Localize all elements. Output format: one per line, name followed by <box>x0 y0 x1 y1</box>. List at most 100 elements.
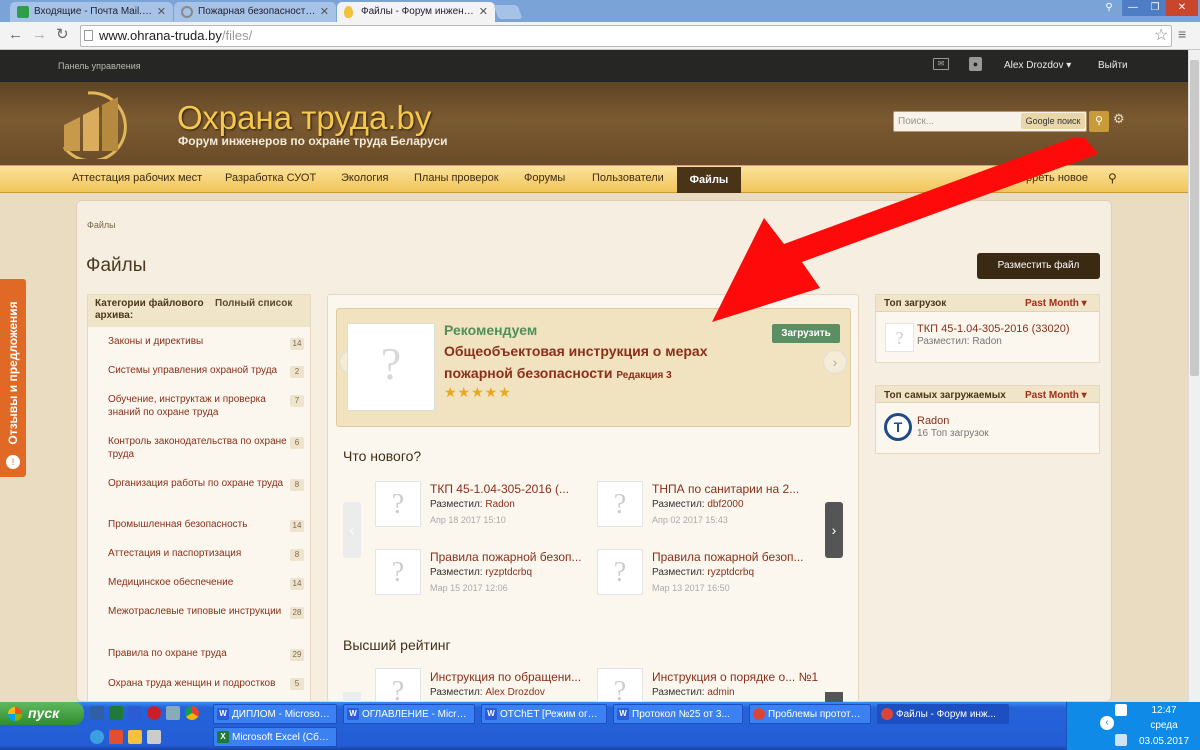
logout-link[interactable]: Выйти <box>1098 60 1128 71</box>
nav-forums[interactable]: Форумы <box>524 172 565 184</box>
sidebar-item[interactable]: Обучение, инструктаж и проверка знаний п… <box>108 393 288 419</box>
gear-icon[interactable]: ⚙ <box>1113 111 1125 127</box>
file-title[interactable]: Правила пожарной безоп... <box>652 550 812 564</box>
sidebar-item[interactable]: Охрана труда женщин и подростков <box>108 677 288 690</box>
reload-icon[interactable]: ↻ <box>56 25 69 43</box>
quick-launch-icon[interactable] <box>147 730 161 744</box>
search-button[interactable]: ⚲ <box>1089 111 1109 132</box>
file-thumbnail[interactable]: ? <box>375 668 421 707</box>
file-thumbnail[interactable]: ? <box>597 668 643 707</box>
file-title[interactable]: Правила пожарной безоп... <box>430 550 590 564</box>
featured-title[interactable]: Общеобъектовая инструкция о мерах пожарн… <box>444 340 769 387</box>
close-tab-icon[interactable]: ✕ <box>479 5 488 18</box>
back-arrow-icon[interactable]: ← <box>8 26 23 43</box>
taskbar-window-button[interactable]: W ОГЛАВЛЕНИЕ - Micro... <box>343 704 475 724</box>
scroll-prev-button[interactable]: ‹ <box>343 502 361 558</box>
forward-arrow-icon[interactable]: → <box>32 26 47 43</box>
scroll-prev-button[interactable] <box>343 692 361 702</box>
user-icon[interactable]: ⚲ <box>1098 0 1120 16</box>
sidebar-item[interactable]: Правила по охране труда <box>108 647 288 660</box>
new-tab-button[interactable] <box>493 5 523 19</box>
tray-icon[interactable] <box>1115 704 1127 716</box>
taskbar-window-button-active[interactable]: Файлы - Форум инж... <box>877 704 1009 724</box>
count-badge: 29 <box>290 649 304 661</box>
network-icon[interactable] <box>1115 734 1127 746</box>
control-panel-link[interactable]: Панель управления <box>58 61 141 71</box>
restore-button[interactable]: ❐ <box>1144 0 1166 16</box>
site-logo-icon[interactable] <box>58 87 142 159</box>
contacts-icon[interactable]: ● <box>969 57 982 71</box>
excel-icon: X <box>217 731 229 743</box>
nav-suot[interactable]: Разработка СУОТ <box>225 172 316 184</box>
sidebar-item[interactable]: Законы и директивы <box>108 335 288 348</box>
google-search-label[interactable]: Google поиск <box>1021 113 1085 129</box>
nav-ecology[interactable]: Экология <box>341 172 389 184</box>
close-window-button[interactable]: ✕ <box>1166 0 1198 16</box>
scroll-next-button[interactable] <box>825 692 843 702</box>
site-title[interactable]: Охрана труда.by <box>177 99 431 137</box>
file-uploader: Разместил: Radon <box>430 499 515 510</box>
bookmark-star-icon[interactable]: ☆ <box>1154 25 1168 45</box>
browser-tab-mail[interactable]: Входящие - Почта Mail.Ru ✕ <box>10 2 173 22</box>
file-title[interactable]: ТНПА по санитарии на 2... <box>652 482 812 496</box>
taskbar-window-button[interactable]: W OTChET [Режим огра... <box>481 704 607 724</box>
file-thumbnail[interactable]: ? <box>597 481 643 527</box>
browser-tab-fire-safety[interactable]: Пожарная безопасность (на... ✕ <box>174 2 336 22</box>
taskbar-window-button[interactable]: Проблемы прототип... <box>749 704 871 724</box>
tray-arrow-icon[interactable]: ‹ <box>1100 716 1114 730</box>
nav-users[interactable]: Пользователи <box>592 172 664 184</box>
word-icon[interactable] <box>128 706 142 720</box>
close-tab-icon[interactable]: ✕ <box>157 5 166 18</box>
nav-certification[interactable]: Аттестация рабочих мест <box>72 172 202 184</box>
file-thumbnail[interactable]: ? <box>375 549 421 595</box>
scrollbar-thumb[interactable] <box>1190 60 1199 376</box>
sidebar-item[interactable]: Промышленная безопасность <box>108 518 288 531</box>
sidebar-item[interactable]: Межотраслевые типовые инструкции <box>108 605 288 618</box>
nav-inspection-plans[interactable]: Планы проверок <box>414 172 499 184</box>
word-icon: W <box>217 708 229 720</box>
close-tab-icon[interactable]: ✕ <box>320 5 329 18</box>
location-pin-icon[interactable]: ⚲ <box>1108 171 1117 185</box>
quick-launch-icon[interactable] <box>90 706 104 720</box>
full-list-link[interactable]: Полный список <box>215 298 292 309</box>
quick-launch-icon[interactable] <box>90 730 104 744</box>
feedback-icon: ! <box>6 455 20 469</box>
taskbar-window-button[interactable]: W ДИПЛОМ - Microsoft ... <box>213 704 337 724</box>
loading-favicon-icon <box>181 6 193 18</box>
sidebar-item[interactable]: Аттестация и паспортизация <box>108 547 288 560</box>
scroll-next-button[interactable]: › <box>825 502 843 558</box>
file-title[interactable]: ТКП 45-1.04-305-2016 (... <box>430 482 590 496</box>
envelope-icon[interactable]: ✉ <box>933 58 949 70</box>
menu-icon[interactable]: ≡ <box>1178 26 1186 42</box>
sidebar-item[interactable]: Организация работы по охране труда <box>108 477 288 490</box>
breadcrumb[interactable]: Файлы <box>87 220 116 230</box>
user-menu[interactable]: Alex Drozdov ▾ <box>1004 60 1071 71</box>
period-dropdown[interactable]: Past Month ▾ <box>1025 390 1087 401</box>
taskbar-window-button[interactable]: W Протокол №25 от 3... <box>613 704 743 724</box>
file-title[interactable]: Инструкция о порядке о... №1 <box>652 670 822 684</box>
folder-icon[interactable] <box>128 730 142 744</box>
taskbar-window-button[interactable]: X Microsoft Excel (Сбой... <box>213 727 337 747</box>
start-button[interactable]: пуск <box>0 702 84 725</box>
featured-next-button[interactable]: › <box>823 350 847 374</box>
sidebar-item[interactable]: Медицинское обеспечение <box>108 576 288 589</box>
printer-icon[interactable] <box>166 706 180 720</box>
opera-icon[interactable] <box>147 706 161 720</box>
minimize-button[interactable]: — <box>1122 0 1144 16</box>
file-title[interactable]: Инструкция по обращени... <box>430 670 590 684</box>
avatar[interactable]: T <box>884 413 912 441</box>
chrome-icon[interactable] <box>185 706 199 720</box>
sidebar-item[interactable]: Контроль законодательства по охране труд… <box>108 435 288 461</box>
featured-thumbnail[interactable]: ? <box>347 323 435 411</box>
file-thumbnail[interactable]: ? <box>597 549 643 595</box>
excel-icon[interactable] <box>109 706 123 720</box>
address-bar[interactable]: www.ohrana-truda.by/files/ <box>80 25 1172 47</box>
sidebar-item[interactable]: Системы управления охраной труда <box>108 364 288 377</box>
mail-favicon-icon <box>17 6 29 18</box>
clock-time[interactable]: 12:47 <box>1144 705 1184 716</box>
file-thumbnail[interactable]: ? <box>375 481 421 527</box>
quick-launch-icon[interactable] <box>109 730 123 744</box>
browser-tab-files[interactable]: Файлы - Форум инженеров ✕ <box>337 2 495 22</box>
count-badge: 7 <box>290 395 304 407</box>
uploader-name[interactable]: Radon <box>917 415 949 427</box>
